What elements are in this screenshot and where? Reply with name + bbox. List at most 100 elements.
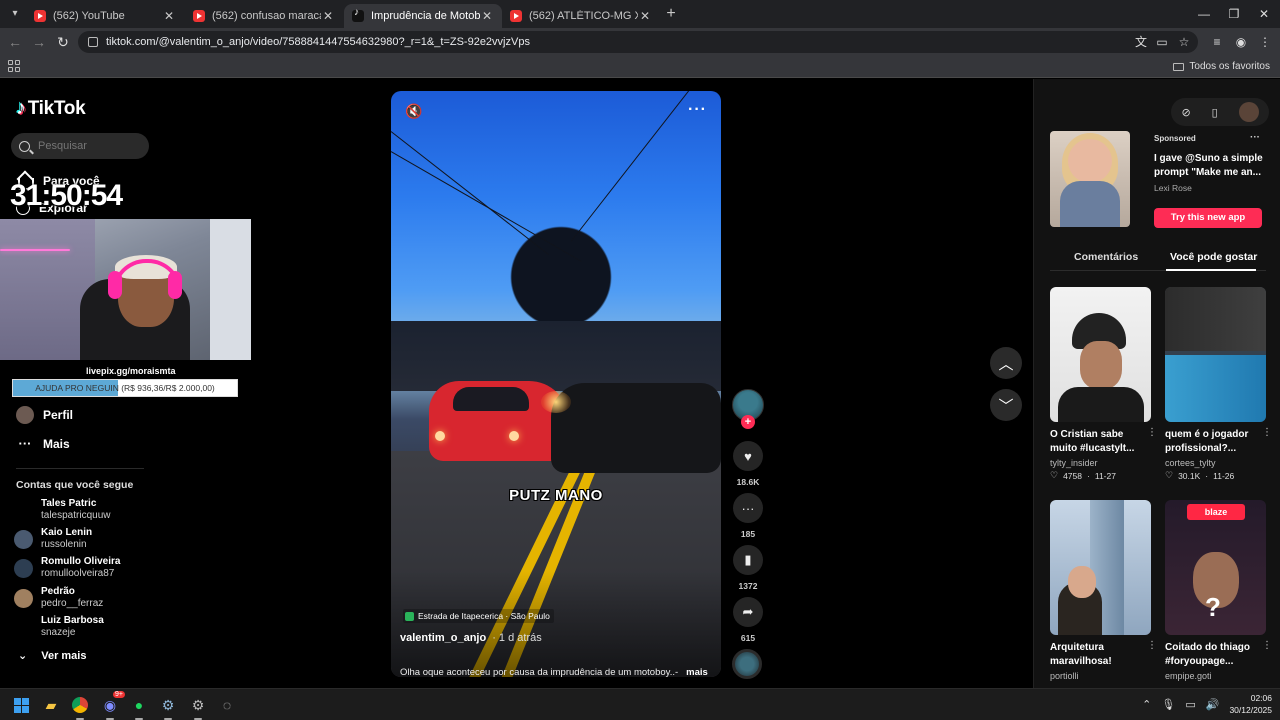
close-icon[interactable]: ✕ [638, 9, 652, 23]
settings-icon[interactable]: ⚙ [187, 694, 209, 720]
user-avatar[interactable] [1238, 102, 1259, 122]
ad-more-icon[interactable]: ··· [1250, 132, 1260, 143]
tab-youtube[interactable]: (562) YouTube ✕ [26, 4, 184, 28]
video-more-options-icon[interactable]: ··· [688, 101, 707, 119]
video-thumbnail[interactable] [1165, 287, 1266, 422]
bookmark-star-icon[interactable]: ☆ [1175, 33, 1193, 51]
profile-icon[interactable]: ◉ [1232, 33, 1250, 51]
like-button[interactable]: ♥ 18.6K [731, 441, 765, 487]
video-player[interactable]: 🔇 ··· PUTZ MANO Estrada de Itapecerica ·… [391, 91, 721, 677]
card-stats: ♡ 30.1K · 11-26 [1165, 470, 1235, 481]
music-disc-avatar[interactable] [732, 649, 762, 679]
card-options-icon[interactable]: ⋮ [1147, 427, 1157, 438]
share-button[interactable]: ➦ 615 [731, 597, 765, 643]
card-author[interactable]: tylty_insider [1050, 458, 1151, 468]
search-input[interactable] [38, 140, 138, 152]
steam-icon[interactable]: ⚙ [157, 694, 179, 720]
menu-kebab-icon[interactable]: ⋮ [1256, 33, 1274, 51]
spotify-icon[interactable]: ● [128, 694, 150, 720]
video-author[interactable]: valentim_o_anjo [400, 632, 486, 644]
nav-profile[interactable]: Perfil [16, 406, 73, 424]
following-item[interactable]: Romullo Oliveira romulloolveira87 [14, 556, 120, 580]
tab-youtube-atletico[interactable]: (562) ATLÉTICO-MG X FLAMENGO ✕ [502, 4, 660, 28]
reload-button[interactable]: ↻ [54, 33, 72, 51]
close-icon[interactable]: ✕ [321, 9, 335, 23]
minimize-button[interactable]: — [1189, 4, 1219, 24]
following-item[interactable]: Luiz Barbosa snazeje [14, 615, 104, 639]
address-bar[interactable]: tiktok.com/@valentim_o_anjo/video/758884… [78, 31, 1198, 53]
folder-icon [1173, 62, 1185, 71]
nav-more[interactable]: ··· Mais [16, 435, 70, 453]
close-icon[interactable]: ✕ [162, 9, 176, 23]
mute-icon[interactable]: 🔇 [405, 103, 422, 120]
previous-video-button[interactable]: ︿ [990, 347, 1022, 379]
site-info-icon[interactable] [88, 37, 98, 47]
card-title[interactable]: Arquitetura maravilhosa! [1050, 641, 1142, 669]
media-controls-icon[interactable]: ≡ [1208, 33, 1226, 51]
close-icon[interactable]: ✕ [480, 9, 494, 23]
see-more-button[interactable]: ⌄ Ver mais [18, 649, 86, 663]
comment-button[interactable]: ··· 185 [731, 493, 765, 539]
discord-icon[interactable]: ◉ 9+ [99, 691, 125, 720]
tiktok-logo[interactable]: ♪ TikTok [16, 97, 86, 120]
tab-youtube-confusao[interactable]: (562) confusao maracana flamengo ✕ [185, 4, 343, 28]
tab-comments[interactable]: Comentários [1074, 251, 1138, 263]
chrome-icon[interactable] [69, 694, 91, 720]
network-icon[interactable]: ▭ [1185, 698, 1195, 711]
tiktok-wordmark: TikTok [27, 97, 86, 119]
recommended-video-card[interactable]: quem é o jogador profissional?... ⋮ cort… [1165, 287, 1272, 481]
follow-plus-button[interactable]: + [741, 415, 755, 429]
video-location-tag[interactable]: Estrada de Itapecerica · São Paulo [403, 609, 554, 623]
chevron-up-icon[interactable]: ⌃ [1142, 698, 1151, 711]
ad-thumbnail[interactable] [1050, 131, 1130, 227]
recommended-video-card[interactable]: O Cristian sabe muito #lucastylt... ⋮ ty… [1050, 287, 1157, 481]
next-video-button[interactable]: ﹀ [990, 389, 1022, 421]
card-title[interactable]: O Cristian sabe muito #lucastylt... [1050, 428, 1142, 456]
card-options-icon[interactable]: ⋮ [1262, 427, 1272, 438]
tab-tiktok-active[interactable]: Imprudência de Motoboy Causa ✕ [344, 4, 502, 28]
card-author[interactable]: portiolli [1050, 671, 1151, 681]
ad-title[interactable]: I gave @Suno a simple prompt "Make me an… [1154, 152, 1266, 180]
tab-you-may-like[interactable]: Você pode gostar [1170, 251, 1257, 263]
translate-icon[interactable]: 文 [1132, 33, 1150, 51]
apps-grid-icon[interactable] [8, 60, 20, 72]
compass-icon[interactable]: ⊘ [1181, 106, 1190, 119]
card-title[interactable]: Coitado do thiago #foryoupage... [1165, 641, 1257, 669]
clock[interactable]: 02:06 30/12/2025 [1229, 692, 1272, 716]
save-button[interactable]: ▮ 1372 [731, 545, 765, 591]
following-item[interactable]: Pedrão pedro__ferraz [14, 586, 103, 610]
volume-icon[interactable]: 🔊 [1206, 698, 1220, 711]
cast-icon[interactable]: ▭ [1153, 33, 1171, 51]
ad-cta-button[interactable]: Try this new app [1154, 208, 1262, 228]
forward-button[interactable]: → [30, 33, 48, 51]
tab-search-icon[interactable]: ▾ [6, 5, 24, 23]
description-more-button[interactable]: mais [686, 667, 708, 677]
file-explorer-icon[interactable]: ▰ [40, 694, 62, 716]
recommended-video-card[interactable]: Arquitetura maravilhosa! ⋮ portiolli [1050, 500, 1157, 681]
card-title[interactable]: quem é o jogador profissional?... [1165, 428, 1257, 456]
window-close-button[interactable]: ✕ [1249, 4, 1279, 24]
all-bookmarks-button[interactable]: Todos os favoritos [1173, 61, 1270, 72]
search-box[interactable] [11, 133, 149, 159]
share-count: 615 [740, 633, 756, 643]
mobile-device-icon[interactable]: ▯ [1212, 106, 1218, 119]
location-pin-icon [405, 611, 414, 621]
card-options-icon[interactable]: ⋮ [1262, 640, 1272, 651]
restore-button[interactable]: ❐ [1219, 4, 1249, 24]
back-button[interactable]: ← [6, 33, 24, 51]
card-options-icon[interactable]: ⋮ [1147, 640, 1157, 651]
microphone-icon[interactable]: 🎙 [1161, 698, 1175, 711]
card-author[interactable]: cortees_tylty [1165, 458, 1266, 468]
all-bookmarks-label: Todos os favoritos [1189, 61, 1270, 72]
comment-count: 185 [740, 529, 756, 539]
app-icon[interactable]: ◌ [216, 694, 238, 716]
recommended-video-card[interactable]: blaze ? Coitado do thiago #foryoupage...… [1165, 500, 1272, 681]
following-item[interactable]: Tales Patric talespatricquuw [14, 498, 110, 522]
start-button[interactable] [10, 694, 32, 716]
following-item[interactable]: Kaio Lenin russolenin [14, 527, 92, 551]
card-author[interactable]: empipe.goti [1165, 671, 1266, 681]
video-thumbnail[interactable] [1050, 287, 1151, 422]
video-thumbnail[interactable] [1050, 500, 1151, 635]
new-tab-button[interactable]: + [662, 5, 680, 23]
video-thumbnail[interactable]: blaze ? [1165, 500, 1266, 635]
